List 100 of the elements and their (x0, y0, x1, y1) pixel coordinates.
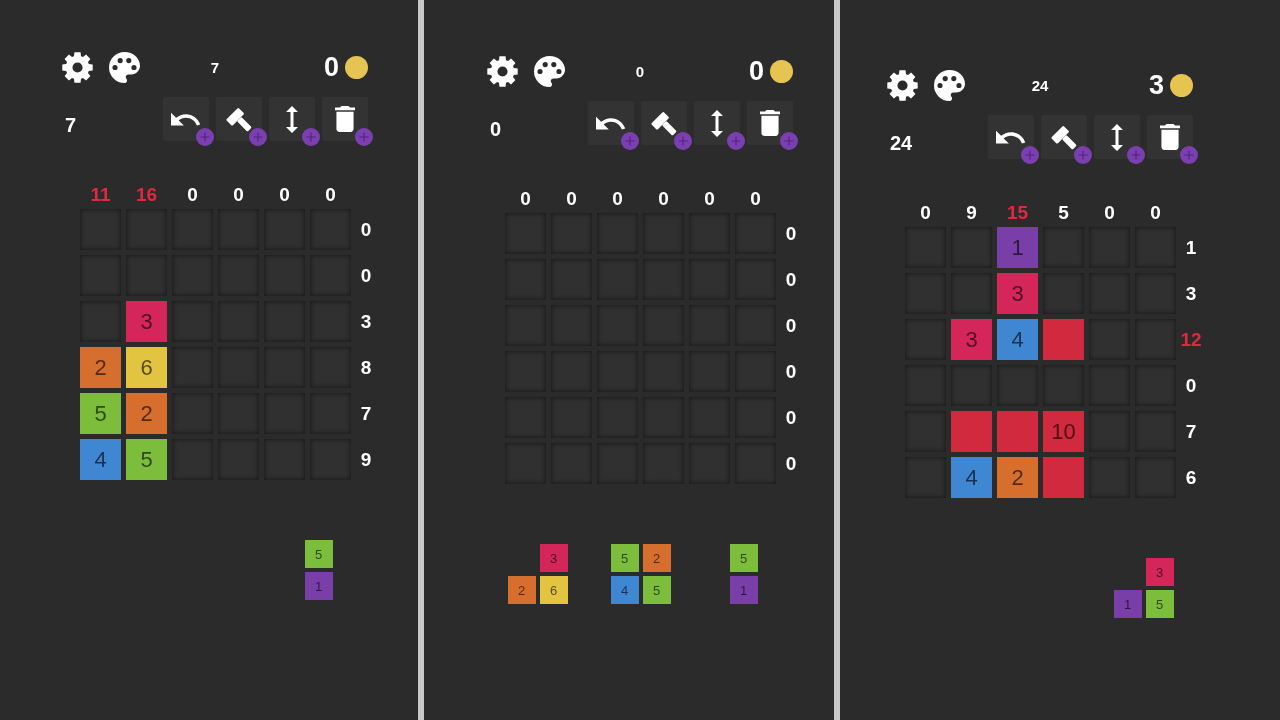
piece-tile[interactable]: 5 (642, 576, 671, 604)
hammer-button[interactable] (641, 101, 687, 145)
piece-tile[interactable]: 2 (507, 576, 536, 604)
row-sum: 0 (785, 270, 797, 289)
row-sum: 0 (785, 316, 797, 335)
coin-count: 0 (323, 54, 339, 81)
piece-tile[interactable]: 1 (729, 576, 758, 604)
palette-icon[interactable] (534, 56, 565, 87)
number-tile: 2 (997, 457, 1038, 498)
column-sum: 0 (520, 190, 531, 208)
coin-icon (770, 60, 793, 83)
piece-tile[interactable]: 1 (1113, 590, 1142, 618)
palette-icon[interactable] (109, 52, 140, 83)
row-sum: 12 (1180, 330, 1202, 349)
palette-icon[interactable] (934, 70, 965, 101)
row-sum: 1 (1185, 238, 1197, 257)
piece-tile[interactable]: 5 (610, 544, 639, 572)
vertical-arrows-button[interactable] (269, 97, 315, 141)
undo-button[interactable] (588, 101, 634, 145)
piece-tile[interactable]: 5 (729, 544, 758, 572)
top-number-text: 7 (210, 60, 220, 75)
vertical-arrows-button[interactable] (1094, 115, 1140, 159)
number-tile: 4 (997, 319, 1038, 360)
column-sum: 0 (704, 190, 715, 208)
number-tile: 10 (1043, 411, 1084, 452)
row-sum: 0 (785, 362, 797, 381)
row-sum: 9 (360, 450, 372, 469)
number-tile: 1 (997, 227, 1038, 268)
number-tile: 3 (951, 319, 992, 360)
piece-tile[interactable]: 2 (642, 544, 671, 572)
column-sum: 0 (658, 190, 669, 208)
number-tile: 5 (80, 393, 121, 434)
number-tile: 4 (80, 439, 121, 480)
column-sum: 0 (279, 186, 290, 204)
hammer-icon (226, 106, 252, 132)
settings-icon[interactable] (487, 56, 518, 87)
vertical-arrows-icon (1111, 123, 1123, 151)
row-sum: 8 (360, 358, 372, 377)
number-tile: 4 (951, 457, 992, 498)
piece-tile[interactable]: 4 (610, 576, 639, 604)
column-sum: 11 (90, 186, 111, 204)
trash-button[interactable] (747, 101, 793, 145)
column-sum: 0 (1150, 204, 1161, 222)
row-sum: 0 (360, 220, 372, 239)
undo-icon (996, 129, 1026, 145)
trash-button[interactable] (1147, 115, 1193, 159)
column-sum: 9 (966, 204, 977, 222)
column-sum: 0 (233, 186, 244, 204)
coin-count: 0 (748, 58, 764, 85)
row-sum: 0 (785, 454, 797, 473)
trash-icon (335, 106, 355, 132)
piece-tile[interactable]: 6 (539, 576, 568, 604)
hammer-button[interactable] (1041, 115, 1087, 159)
row-sum: 0 (360, 266, 372, 285)
column-sum: 0 (612, 190, 623, 208)
trash-button[interactable] (322, 97, 368, 141)
settings-icon[interactable] (887, 70, 918, 101)
undo-icon (596, 115, 626, 131)
vertical-arrows-icon (286, 105, 298, 133)
row-sum: 0 (785, 224, 797, 243)
coin-icon (1170, 74, 1193, 97)
number-tile: 2 (126, 393, 167, 434)
piece-tile[interactable]: 5 (304, 540, 333, 568)
row-sum: 6 (1185, 468, 1197, 487)
row-sum: 7 (1185, 422, 1197, 441)
side-number-text: 24 (890, 133, 913, 153)
piece-tile[interactable]: 1 (304, 572, 333, 600)
number-tile: 5 (126, 439, 167, 480)
row-sum: 3 (360, 312, 372, 331)
column-sum: 0 (325, 186, 336, 204)
side-number-text: 7 (65, 115, 77, 135)
hammer-icon (651, 110, 677, 136)
column-sum: 0 (566, 190, 577, 208)
coin-icon (345, 56, 368, 79)
top-number-text: 24 (1031, 78, 1049, 93)
column-sum: 0 (187, 186, 198, 204)
column-sum: 0 (750, 190, 761, 208)
undo-button[interactable] (988, 115, 1034, 159)
piece-tile[interactable]: 3 (539, 544, 568, 572)
coin-count: 3 (1148, 72, 1164, 99)
column-sum: 15 (1006, 204, 1029, 222)
piece-tile[interactable]: 5 (1145, 590, 1174, 618)
settings-icon[interactable] (62, 52, 93, 83)
row-sum: 0 (785, 408, 797, 427)
piece-tile[interactable]: 3 (1145, 558, 1174, 586)
number-tile: 2 (80, 347, 121, 388)
column-sum: 16 (135, 186, 158, 204)
hammer-button[interactable] (216, 97, 262, 141)
column-sum: 0 (920, 204, 931, 222)
trash-icon (760, 110, 780, 136)
column-sum: 5 (1058, 204, 1069, 222)
undo-button[interactable] (163, 97, 209, 141)
top-number-text: 0 (635, 64, 645, 79)
side-number-text: 0 (490, 119, 502, 139)
vertical-arrows-button[interactable] (694, 101, 740, 145)
trash-icon (1160, 124, 1180, 150)
number-tile: 3 (126, 301, 167, 342)
row-sum: 3 (1185, 284, 1197, 303)
row-sum: 7 (360, 404, 372, 423)
number-tile: 3 (997, 273, 1038, 314)
